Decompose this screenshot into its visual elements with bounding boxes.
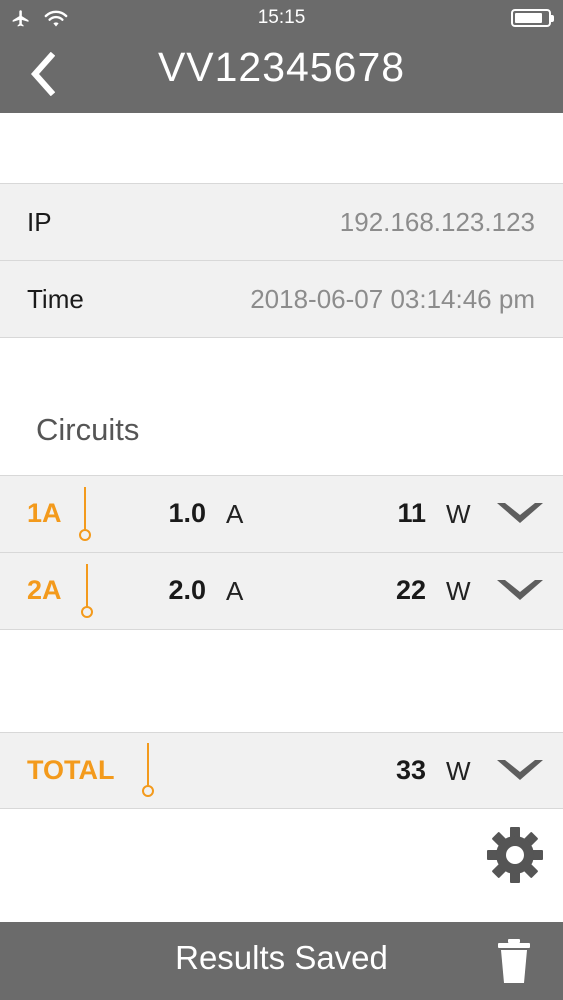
chevron-down-icon[interactable] (497, 503, 543, 527)
probe-icon (78, 487, 92, 543)
battery-icon (511, 9, 554, 27)
info-row-time: Time 2018-06-07 03:14:46 pm (0, 261, 563, 338)
battery-level (515, 13, 543, 23)
total-row[interactable]: TOTAL 33 W (0, 732, 563, 809)
circuit-amps: 1.0 (168, 498, 206, 528)
circuit-watts-unit: W (446, 576, 471, 606)
circuit-amps-unit: A (226, 576, 244, 606)
footer-bar: Results Saved (0, 922, 563, 1000)
circuit-row-2a[interactable]: 2A 2.0 A 22 W (0, 553, 563, 630)
circuit-amps-unit: A (226, 499, 244, 529)
circuit-amps: 2.0 (168, 575, 206, 605)
circuit-watts-unit: W (446, 499, 471, 529)
page-title: VV12345678 (157, 44, 406, 90)
time-value: 2018-06-07 03:14:46 pm (250, 283, 535, 314)
results-saved-label: Results Saved (175, 939, 388, 976)
time-label: Time (27, 283, 84, 314)
probe-icon (80, 564, 94, 620)
ip-label: IP (27, 206, 52, 237)
chevron-down-icon[interactable] (497, 760, 543, 784)
circuit-label: 1A (27, 498, 62, 528)
circuits-list: 1A 1.0 A 11 W 2A 2.0 A 22 W (0, 475, 563, 630)
header: 15:15 VV12345678 (0, 0, 563, 113)
circuit-watts: 22 (395, 575, 426, 605)
info-table: IP 192.168.123.123 Time 2018-06-07 03:14… (0, 183, 563, 338)
probe-icon (141, 743, 155, 799)
circuits-heading: Circuits (36, 412, 140, 447)
circuit-label: 2A (27, 575, 62, 605)
total-watts: 33 (395, 755, 426, 785)
status-time: 15:15 (257, 7, 306, 28)
trash-icon[interactable] (497, 939, 531, 983)
total-label: TOTAL (27, 755, 115, 785)
info-row-ip: IP 192.168.123.123 (0, 184, 563, 261)
circuit-watts: 11 (397, 498, 426, 528)
circuit-row-1a[interactable]: 1A 1.0 A 11 W (0, 476, 563, 553)
total-watts-unit: W (446, 756, 471, 786)
gear-icon[interactable] (486, 826, 544, 884)
chevron-down-icon[interactable] (497, 580, 543, 604)
ip-value: 192.168.123.123 (339, 206, 535, 237)
status-bar: 15:15 (0, 0, 563, 36)
